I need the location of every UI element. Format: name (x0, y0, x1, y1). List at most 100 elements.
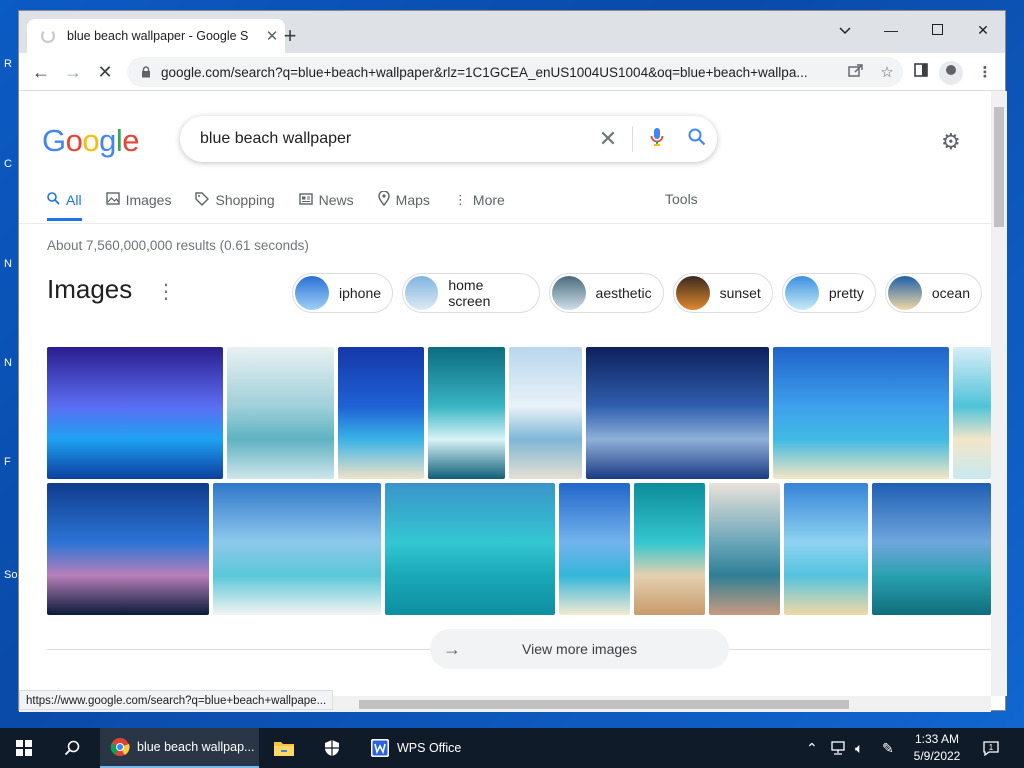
new-tab-button[interactable]: + (277, 23, 303, 49)
desktop-icon-label[interactable]: N (4, 258, 12, 270)
image-result-thumbnail[interactable] (47, 347, 223, 479)
tab-all[interactable]: All (47, 191, 82, 221)
view-more-label: View more images (522, 641, 637, 657)
taskbar-file-explorer[interactable] (264, 728, 304, 768)
side-panel-icon[interactable] (910, 62, 932, 84)
taskbar-wps-office[interactable]: WPS Office (362, 728, 472, 768)
map-pin-icon (377, 190, 390, 209)
image-icon (105, 192, 120, 208)
forward-button[interactable]: → (59, 58, 87, 86)
tab-strip: blue beach wallpaper - Google S ✕ + — ✕ (19, 11, 1005, 53)
chip-thumbnail (675, 276, 710, 310)
tab-news[interactable]: News (298, 191, 354, 221)
tab-shopping[interactable]: Shopping (195, 191, 275, 221)
clear-search-icon[interactable]: ✕ (588, 126, 628, 152)
image-result-thumbnail[interactable] (213, 483, 381, 615)
image-result-thumbnail[interactable] (227, 347, 334, 479)
taskbar-search-button[interactable] (52, 728, 92, 768)
desktop-icon-label[interactable]: C (4, 158, 12, 170)
desktop-icon-label[interactable]: So (4, 569, 17, 581)
desktop-icon-label[interactable]: R (4, 58, 12, 70)
pen-icon[interactable]: ✎ (882, 728, 894, 768)
show-hidden-icons-button[interactable]: ⌃ (806, 728, 818, 768)
image-result-thumbnail[interactable] (872, 483, 991, 615)
image-result-thumbnail[interactable] (953, 347, 991, 479)
chrome-menu-icon[interactable]: ⋮ (974, 62, 996, 84)
chip-label: sunset (719, 285, 761, 301)
chip-sunset[interactable]: sunset (672, 273, 773, 313)
image-result-thumbnail[interactable] (559, 483, 630, 615)
desktop-icon-label[interactable]: N (4, 357, 12, 369)
back-button[interactable]: ← (27, 58, 55, 86)
link-status-bar: https://www.google.com/search?q=blue+bea… (19, 690, 334, 710)
profile-avatar-icon[interactable] (939, 61, 963, 85)
svg-text:1: 1 (989, 743, 994, 752)
loading-spinner-icon (41, 29, 55, 43)
image-result-thumbnail[interactable] (385, 483, 555, 615)
tab-search-icon[interactable] (822, 17, 868, 43)
address-bar[interactable]: google.com/search?q=blue+beach+wallpaper… (127, 57, 903, 87)
vertical-scrollbar[interactable] (991, 91, 1007, 696)
image-result-thumbnail[interactable] (509, 347, 582, 479)
chip-label: home screen (448, 277, 491, 309)
desktop-icon-label[interactable]: F (4, 456, 11, 468)
image-results-grid (47, 347, 991, 615)
logo-letter: g (99, 123, 116, 158)
images-heading: Images (47, 274, 133, 304)
bookmark-star-icon[interactable]: ☆ (871, 63, 903, 81)
tab-title: blue beach wallpaper - Google S (67, 29, 249, 43)
windows-logo-icon (16, 740, 32, 756)
microphone-icon[interactable] (637, 127, 677, 152)
tab-images[interactable]: Images (105, 191, 171, 221)
image-result-thumbnail[interactable] (47, 483, 209, 615)
image-result-thumbnail[interactable] (634, 483, 705, 615)
chip-thumbnail (887, 276, 922, 310)
google-logo[interactable]: Google (42, 123, 140, 159)
chip-aesthetic[interactable]: aesthetic (548, 273, 664, 313)
image-result-thumbnail[interactable] (338, 347, 424, 479)
image-result-thumbnail[interactable] (586, 347, 769, 479)
horizontal-scroll-thumb[interactable] (359, 700, 849, 709)
chip-iphone[interactable]: iphone (292, 273, 394, 313)
search-tabs: All Images Shopping News Maps ⋮ More (47, 190, 529, 221)
shield-icon (325, 740, 339, 756)
minimize-button[interactable]: — (868, 17, 914, 43)
taskbar-chrome[interactable]: blue beach wallpap... (100, 728, 259, 768)
share-icon[interactable] (839, 63, 871, 81)
notifications-icon[interactable]: 1 (982, 728, 1000, 768)
settings-gear-icon[interactable]: ⚙ (941, 129, 961, 155)
image-result-thumbnail[interactable] (428, 347, 505, 479)
tab-label: Shopping (215, 192, 275, 208)
browser-tab[interactable]: blue beach wallpaper - Google S ✕ (27, 19, 285, 53)
stop-loading-button[interactable]: ✕ (91, 58, 119, 86)
tab-maps[interactable]: Maps (377, 190, 430, 221)
image-result-thumbnail[interactable] (773, 347, 949, 479)
close-window-button[interactable]: ✕ (960, 17, 1006, 43)
chip-home-screen[interactable]: home screen (402, 273, 540, 313)
kebab-icon: ⋮ (453, 192, 467, 207)
arrow-right-icon: → (443, 638, 461, 659)
chip-ocean[interactable]: ocean (884, 273, 982, 313)
taskbar-security[interactable] (312, 728, 352, 768)
tools-button[interactable]: Tools (665, 191, 698, 207)
image-result-thumbnail[interactable] (784, 483, 868, 615)
tab-label: Maps (395, 192, 430, 208)
chip-thumbnail (295, 276, 329, 310)
images-options-icon[interactable]: ⋮ (156, 279, 176, 304)
search-icon[interactable] (677, 128, 717, 151)
lock-icon[interactable] (141, 66, 151, 78)
view-more-images-button[interactable]: → View more images (430, 629, 729, 669)
tab-more[interactable]: ⋮ More (454, 191, 505, 221)
taskbar-item-label: WPS Office (397, 741, 462, 755)
network-icon[interactable] (830, 728, 848, 768)
maximize-button[interactable] (914, 17, 960, 43)
clock-date: 5/9/2022 (913, 749, 961, 763)
vertical-scroll-thumb[interactable] (994, 107, 1004, 227)
chip-pretty[interactable]: pretty (781, 273, 876, 313)
system-clock[interactable]: 1:33 AM 5/9/2022 (906, 731, 968, 765)
start-button[interactable] (0, 728, 48, 768)
url-text[interactable]: google.com/search?q=blue+beach+wallpaper… (161, 65, 839, 80)
volume-icon[interactable]: 🔈︎ (855, 728, 863, 768)
search-input[interactable]: blue beach wallpaper (200, 130, 588, 148)
image-result-thumbnail[interactable] (709, 483, 780, 615)
